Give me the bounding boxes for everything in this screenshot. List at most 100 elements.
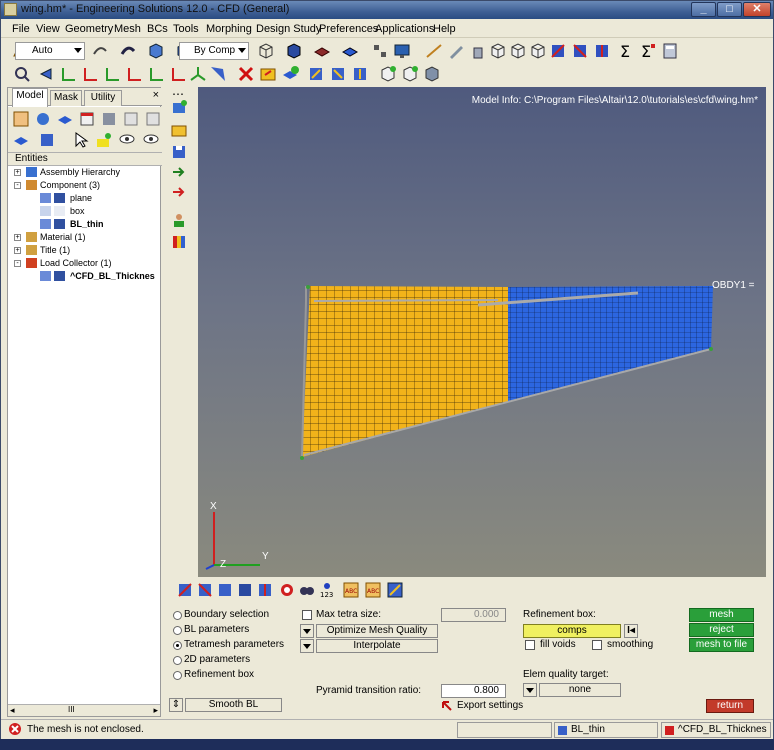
close-browser-icon[interactable]: ×: [153, 89, 159, 101]
reset-selection-icon[interactable]: I◂: [624, 624, 638, 638]
max-tetra-checkbox[interactable]: [302, 610, 312, 620]
minimize-button[interactable]: _: [691, 2, 716, 17]
reject-button[interactable]: reject: [689, 623, 754, 637]
radio-2d-parameters[interactable]: [173, 656, 182, 665]
scroll-left-icon[interactable]: ◂: [10, 705, 15, 716]
view-yz-icon[interactable]: [147, 65, 165, 83]
filter-icon[interactable]: [100, 110, 118, 128]
save-icon[interactable]: [170, 143, 188, 161]
cube-plus-icon[interactable]: [379, 65, 397, 83]
expander-icon[interactable]: +: [14, 234, 21, 241]
label3-icon[interactable]: [386, 581, 404, 599]
elem-quality-dropdown[interactable]: [523, 683, 537, 697]
folder-icon[interactable]: [170, 121, 188, 139]
expander-icon[interactable]: +: [14, 169, 21, 176]
cube-plus2-icon[interactable]: [401, 65, 419, 83]
radio-refinement-box[interactable]: [173, 671, 182, 680]
tab-model[interactable]: Model: [12, 88, 48, 107]
panel-swap-icon[interactable]: ⇕: [169, 698, 183, 712]
menu-help[interactable]: Help: [433, 23, 456, 35]
export-settings-icon[interactable]: [441, 700, 455, 714]
pencil-icon[interactable]: [447, 42, 465, 60]
interpolate-button[interactable]: Interpolate: [316, 639, 438, 653]
expander-icon[interactable]: -: [14, 182, 21, 189]
tetra2-icon[interactable]: [196, 581, 214, 599]
expander-icon[interactable]: -: [14, 260, 21, 267]
reverse-icon[interactable]: [351, 65, 369, 83]
zoom-icon[interactable]: [13, 65, 31, 83]
box3-icon[interactable]: [529, 42, 547, 60]
radio-boundary-selection[interactable]: [173, 611, 182, 620]
label-icon[interactable]: ABC: [342, 581, 360, 599]
optimize-dropdown[interactable]: [300, 624, 314, 638]
tree-row-box[interactable]: box: [8, 205, 160, 218]
view-xy-icon[interactable]: [59, 65, 77, 83]
comps-selector[interactable]: comps: [523, 624, 621, 638]
export-icon[interactable]: [170, 183, 188, 201]
tree-row-bl-thin[interactable]: BL_thin: [8, 218, 160, 231]
split-icon[interactable]: [549, 42, 567, 60]
count-icon[interactable]: 123: [318, 581, 336, 599]
find-icon[interactable]: [298, 581, 316, 599]
scroll-thumb[interactable]: III: [68, 705, 75, 714]
sum-ext-icon[interactable]: Σ: [639, 42, 657, 61]
weight-icon[interactable]: [469, 42, 487, 60]
layers-icon[interactable]: [38, 131, 56, 149]
close-button[interactable]: ✕: [743, 2, 771, 17]
target-icon[interactable]: [278, 581, 296, 599]
surface-icon[interactable]: [313, 42, 331, 60]
highlight-icon[interactable]: [94, 131, 112, 149]
box2-icon[interactable]: [509, 42, 527, 60]
cube-grid-icon[interactable]: [423, 65, 441, 83]
menu-file[interactable]: File: [12, 23, 30, 35]
horizontal-scrollbar[interactable]: ◂ III ▸: [8, 704, 160, 716]
elem-quality-value[interactable]: none: [539, 683, 621, 697]
pyramid-field[interactable]: 0.800: [441, 684, 506, 698]
spin-icon[interactable]: [119, 42, 137, 60]
interpolate-dropdown[interactable]: [300, 639, 314, 653]
export-settings-link[interactable]: Export settings: [457, 700, 523, 711]
find-attached-icon[interactable]: [329, 65, 347, 83]
tetra-icon[interactable]: [176, 581, 194, 599]
return-button[interactable]: return: [706, 699, 754, 713]
split2-icon[interactable]: [571, 42, 589, 60]
tree-row-component[interactable]: - Component (3): [8, 179, 160, 192]
sum-icon[interactable]: Σ: [617, 42, 635, 61]
menu-view[interactable]: View: [36, 23, 60, 35]
more-icon[interactable]: [144, 110, 162, 128]
isometric-icon[interactable]: [189, 65, 207, 83]
delete-icon[interactable]: [237, 65, 255, 83]
back-icon[interactable]: [37, 65, 55, 83]
calendar-icon[interactable]: [78, 110, 96, 128]
menu-bcs[interactable]: BCs: [147, 23, 168, 35]
tree-row-title[interactable]: + Title (1): [8, 244, 160, 257]
scroll-right-icon[interactable]: ▸: [153, 705, 158, 716]
menu-geometry[interactable]: Geometry: [65, 23, 113, 35]
import-icon[interactable]: [170, 163, 188, 181]
tree-row-assembly[interactable]: + Assembly Hierarchy: [8, 166, 160, 179]
radio-bl-parameters[interactable]: [173, 626, 182, 635]
tab-utility[interactable]: Utility: [84, 90, 122, 106]
menu-applications[interactable]: Applications: [375, 23, 434, 35]
menu-mesh[interactable]: Mesh: [114, 23, 141, 35]
menu-tools[interactable]: Tools: [173, 23, 199, 35]
expand-icon[interactable]: [122, 110, 140, 128]
cube-icon[interactable]: [147, 42, 165, 60]
shape-view-icon[interactable]: [56, 110, 74, 128]
comp-view-icon[interactable]: [12, 110, 30, 128]
maximize-button[interactable]: □: [717, 2, 742, 17]
tetra3-icon[interactable]: [216, 581, 234, 599]
optimize-mesh-quality-button[interactable]: Optimize Mesh Quality: [316, 624, 438, 638]
shaded-icon[interactable]: [285, 42, 303, 60]
tree-row-material[interactable]: + Material (1): [8, 231, 160, 244]
fit-icon[interactable]: [209, 65, 227, 83]
cursor-icon[interactable]: [72, 131, 90, 149]
wireframe-icon[interactable]: [257, 42, 275, 60]
tree-row-load-collector[interactable]: - Load Collector (1): [8, 257, 160, 270]
radio-tetramesh-parameters[interactable]: [173, 641, 182, 650]
menu-morphing[interactable]: Morphing: [206, 23, 252, 35]
shell-icon[interactable]: [341, 42, 359, 60]
add-comp-icon[interactable]: [281, 65, 299, 83]
entity-editor-icon[interactable]: [170, 99, 188, 117]
mesh-to-file-button[interactable]: mesh to file: [689, 638, 754, 652]
